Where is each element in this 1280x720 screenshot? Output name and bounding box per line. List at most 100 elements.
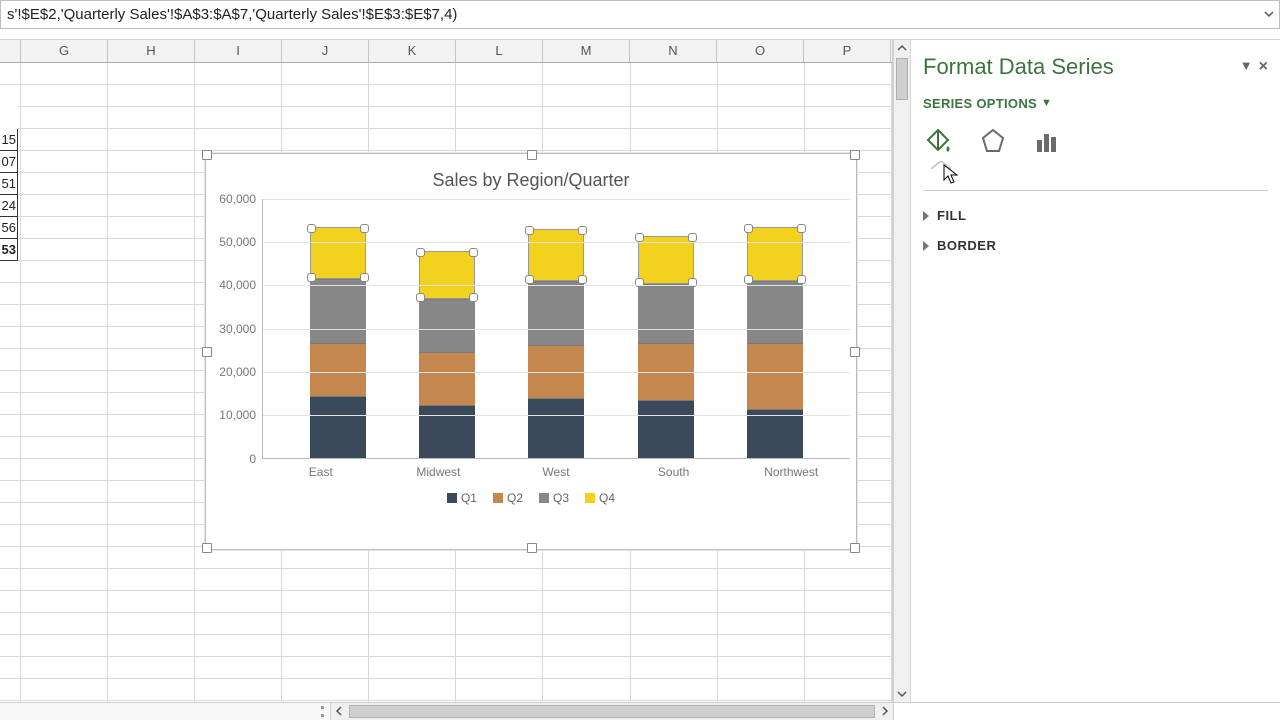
expand-triangle-icon xyxy=(923,211,929,221)
active-tab-indicator xyxy=(931,161,951,169)
x-tick-label: South xyxy=(626,465,722,479)
grid-body[interactable]: 15 07 51 24 56 53 xyxy=(0,63,892,702)
cell-fragment: 07 xyxy=(0,151,18,173)
col-header[interactable]: J xyxy=(282,40,369,62)
y-tick-label: 60,000 xyxy=(219,192,256,206)
col-header[interactable]: M xyxy=(543,40,630,62)
bar-segment-q2[interactable] xyxy=(747,343,803,409)
legend-item[interactable]: Q4 xyxy=(585,491,615,505)
pane-title: Format Data Series xyxy=(923,54,1114,80)
legend-label: Q2 xyxy=(507,491,523,505)
legend-label: Q3 xyxy=(553,491,569,505)
y-axis: 010,00020,00030,00040,00050,00060,000 xyxy=(212,199,262,459)
col-header[interactable]: H xyxy=(108,40,195,62)
cell-fragment: 24 xyxy=(0,195,18,217)
col-header[interactable]: N xyxy=(630,40,717,62)
bar-segment-q3[interactable] xyxy=(638,284,694,344)
scroll-left-arrow[interactable] xyxy=(331,703,347,720)
bar-segment-q1[interactable] xyxy=(528,398,584,458)
cell-fragment: 56 xyxy=(0,217,18,239)
spreadsheet-grid[interactable]: G H I J K L M N O P 15 07 51 xyxy=(0,40,893,702)
bar-segment-q1[interactable] xyxy=(419,405,475,458)
border-label: BORDER xyxy=(937,238,996,253)
plot-area[interactable] xyxy=(262,199,850,459)
bar-segment-q4[interactable] xyxy=(747,227,803,281)
horizontal-scroll-thumb[interactable] xyxy=(349,705,875,718)
effects-tab-icon[interactable] xyxy=(977,125,1009,157)
partial-left-column: 15 07 51 24 56 53 xyxy=(0,85,18,261)
expand-triangle-icon xyxy=(923,241,929,251)
vertical-scrollbar[interactable] xyxy=(893,40,910,702)
y-tick-label: 40,000 xyxy=(219,278,256,292)
y-tick-label: 30,000 xyxy=(219,322,256,336)
x-tick-label: West xyxy=(508,465,604,479)
formula-bar-expand[interactable] xyxy=(1261,3,1277,25)
y-tick-label: 50,000 xyxy=(219,235,256,249)
bar-segment-q4[interactable] xyxy=(310,227,366,279)
format-tab-icons xyxy=(923,125,1268,175)
fill-label: FILL xyxy=(937,208,966,223)
pane-close-icon[interactable]: × xyxy=(1259,59,1268,75)
fill-section[interactable]: FILL xyxy=(923,201,1268,231)
header-corner xyxy=(0,40,21,62)
legend-item[interactable]: Q1 xyxy=(447,491,477,505)
x-tick-label: Northwest xyxy=(743,465,839,479)
x-axis: EastMidwestWestSouthNorthwest xyxy=(212,459,850,479)
y-tick-label: 10,000 xyxy=(219,408,256,422)
series-options-tab-icon[interactable] xyxy=(1031,125,1063,157)
y-tick-label: 0 xyxy=(249,452,256,466)
formula-bar[interactable]: s'!$E$2,'Quarterly Sales'!$A$3:$A$7,'Qua… xyxy=(0,0,1280,29)
horizontal-scrollbar-row xyxy=(0,702,1280,720)
bar-segment-q3[interactable] xyxy=(419,299,475,352)
col-header[interactable]: L xyxy=(456,40,543,62)
bar-segment-q4[interactable] xyxy=(638,236,694,284)
scroll-thumb[interactable] xyxy=(896,58,908,100)
legend-item[interactable]: Q2 xyxy=(493,491,523,505)
pane-title-row: Format Data Series ▼ × xyxy=(923,54,1268,80)
column-headers[interactable]: G H I J K L M N O P xyxy=(0,40,892,63)
fill-line-tab-icon[interactable] xyxy=(923,125,955,157)
cell-fragment: 15 xyxy=(0,129,18,151)
bar-segment-q1[interactable] xyxy=(310,396,366,458)
format-data-series-pane: Format Data Series ▼ × SERIES OPTIONS ▼ xyxy=(910,40,1280,702)
bar-segment-q4[interactable] xyxy=(528,229,584,281)
col-header[interactable]: I xyxy=(195,40,282,62)
chart-title[interactable]: Sales by Region/Quarter xyxy=(212,170,850,191)
col-header[interactable]: K xyxy=(369,40,456,62)
chart-object[interactable]: Sales by Region/Quarter 0 10,000 20,000 30,… xyxy=(205,153,857,550)
scroll-right-arrow[interactable] xyxy=(877,703,893,720)
series-options-dropdown[interactable]: SERIES OPTIONS ▼ xyxy=(923,96,1268,111)
legend-swatch xyxy=(539,493,549,503)
bar-segment-q2[interactable] xyxy=(310,343,366,396)
pane-menu-icon[interactable]: ▼ xyxy=(1240,59,1253,75)
border-section[interactable]: BORDER xyxy=(923,231,1268,261)
scroll-up-arrow[interactable] xyxy=(894,40,910,56)
chevron-down-icon: ▼ xyxy=(1041,97,1052,109)
scroll-down-arrow[interactable] xyxy=(894,686,910,702)
col-header[interactable]: P xyxy=(804,40,891,62)
x-tick-label: Midwest xyxy=(390,465,486,479)
y-tick-label: 20,000 xyxy=(219,365,256,379)
legend-label: Q1 xyxy=(461,491,477,505)
horizontal-scrollbar[interactable] xyxy=(331,703,894,720)
col-header[interactable]: G xyxy=(21,40,108,62)
bar-segment-q2[interactable] xyxy=(419,352,475,405)
sheet-tab-area[interactable] xyxy=(0,703,331,720)
formula-bar-text: s'!$E$2,'Quarterly Sales'!$A$3:$A$7,'Qua… xyxy=(7,6,457,23)
bar-segment-q3[interactable] xyxy=(310,279,366,343)
col-header[interactable]: O xyxy=(717,40,804,62)
legend-swatch xyxy=(493,493,503,503)
legend-item[interactable]: Q3 xyxy=(539,491,569,505)
pane-divider xyxy=(923,190,1268,191)
cell-fragment: 51 xyxy=(0,173,18,195)
bar-segment-q4[interactable] xyxy=(419,251,475,299)
bar-segment-q3[interactable] xyxy=(747,281,803,343)
legend-swatch xyxy=(447,493,457,503)
bar-segment-q3[interactable] xyxy=(528,281,584,345)
cell-fragment: 53 xyxy=(0,239,18,261)
legend-swatch xyxy=(585,493,595,503)
series-options-label: SERIES OPTIONS xyxy=(923,96,1037,111)
chart-legend[interactable]: Q1 Q2 Q3 Q4 xyxy=(212,491,850,505)
bar-segment-q1[interactable] xyxy=(638,400,694,457)
legend-label: Q4 xyxy=(599,491,615,505)
